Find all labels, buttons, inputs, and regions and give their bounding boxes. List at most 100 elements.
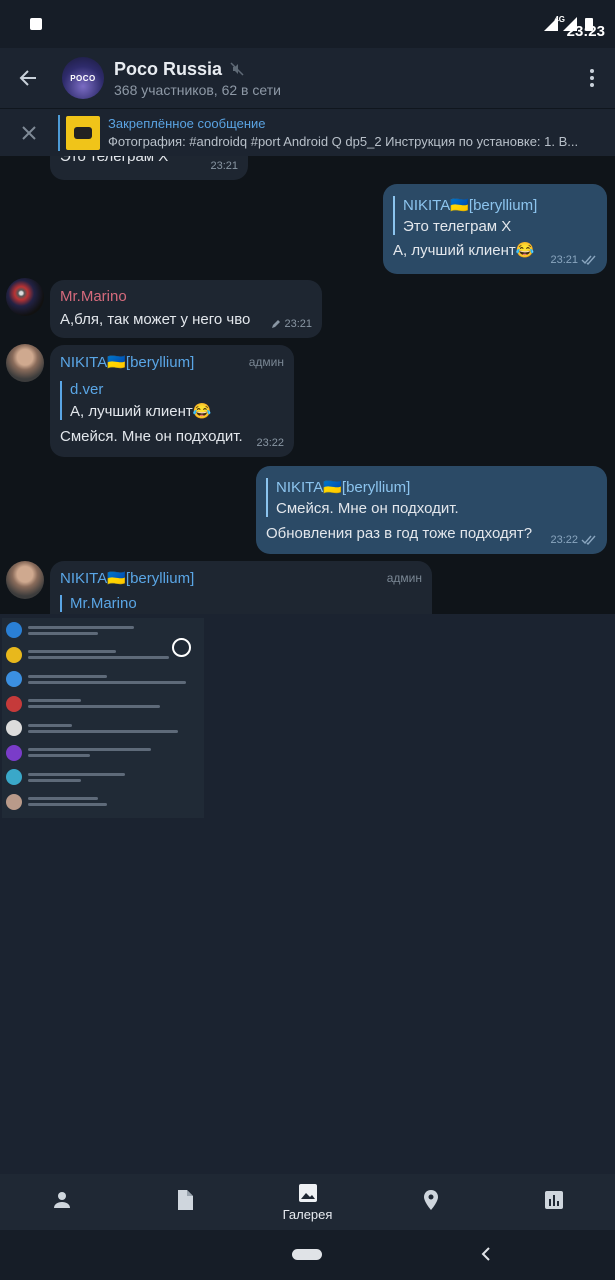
system-back-button[interactable] xyxy=(480,1246,492,1267)
message-time-wrap: 23:22 xyxy=(256,437,284,449)
tab-contact[interactable] xyxy=(0,1174,123,1230)
group-avatar-text: POCO xyxy=(70,73,96,83)
thumb-row xyxy=(2,790,204,815)
thumb-row xyxy=(2,716,204,741)
gallery-icon xyxy=(298,1183,317,1202)
thumb-lines xyxy=(28,623,204,638)
message-time-wrap: 23:21 xyxy=(271,318,312,330)
message-bubble[interactable]: NIKITA🇺🇦[beryllium] админ Mr.Marino xyxy=(50,561,432,614)
tab-location[interactable] xyxy=(369,1174,492,1230)
group-avatar[interactable]: POCO xyxy=(62,57,104,99)
back-button[interactable] xyxy=(0,48,56,108)
avatar[interactable] xyxy=(6,278,44,316)
tab-gallery[interactable]: Галерея xyxy=(246,1174,369,1230)
thumb-lines xyxy=(28,721,204,736)
message-time: 23:21 xyxy=(550,254,578,266)
reply-author: NIKITA🇺🇦[beryllium] xyxy=(276,479,411,496)
thumb-row xyxy=(2,618,204,643)
chat-info[interactable]: Poco Russia 368 участников, 62 в сети xyxy=(114,59,281,98)
thumb-dot xyxy=(6,793,22,810)
close-icon xyxy=(22,125,36,140)
thumb-row xyxy=(2,667,204,692)
thumb-dot xyxy=(6,720,22,737)
tab-label: Галерея xyxy=(282,1206,333,1222)
pinned-title: Закреплённое сообщение xyxy=(108,116,266,131)
message-bubble[interactable]: Это телеграм X 23:21 xyxy=(50,156,248,180)
thumb-dot xyxy=(6,769,22,786)
message-bubble[interactable]: NIKITA🇺🇦[beryllium] Это телеграм X А, лу… xyxy=(383,184,607,274)
pinned-message-bar[interactable]: Закреплённое сообщение Фотография: #andr… xyxy=(0,108,615,156)
pinned-thumbnail xyxy=(66,115,100,150)
image-notification-icon xyxy=(30,18,42,30)
reply-quote[interactable]: d.ver А, лучший клиент😂 xyxy=(60,381,284,420)
message-list[interactable]: Это телеграм X 23:21 NIKITA🇺🇦[beryllium]… xyxy=(0,156,615,614)
reply-text: Смейся. Мне он подходит. xyxy=(276,500,459,517)
message-bubble[interactable]: Mr.Marino А,бля, так может у него чво 23… xyxy=(50,280,322,338)
message-time: 23:21 xyxy=(284,318,312,330)
message-time: 23:21 xyxy=(210,160,238,172)
chat-subtitle: 368 участников, 62 в сети xyxy=(114,81,281,98)
read-checks-icon xyxy=(581,255,596,265)
message-time: 23:22 xyxy=(256,437,284,449)
thumb-lines xyxy=(28,745,204,760)
status-time: 23:23 xyxy=(566,23,605,40)
thumb-dot xyxy=(6,646,22,663)
more-vertical-icon xyxy=(590,69,594,87)
avatar[interactable] xyxy=(6,561,44,599)
reply-quote[interactable]: NIKITA🇺🇦[beryllium] Смейся. Мне он подхо… xyxy=(266,478,597,517)
chat-title: Poco Russia xyxy=(114,58,223,79)
message-bubble[interactable]: NIKITA🇺🇦[beryllium] Смейся. Мне он подхо… xyxy=(256,466,607,554)
thumb-row xyxy=(2,741,204,766)
arrow-left-icon xyxy=(19,70,36,86)
sender-name[interactable]: NIKITA🇺🇦[beryllium] xyxy=(60,569,422,587)
message-text: Обновления раз в год тоже подходят? xyxy=(266,525,533,542)
admin-badge: админ xyxy=(386,571,422,585)
gallery-thumbnail[interactable] xyxy=(2,618,204,818)
home-pill[interactable] xyxy=(292,1249,322,1260)
message-time-wrap: 23:21 xyxy=(210,160,238,172)
message-text: Смейся. Мне он подходит. xyxy=(60,428,243,445)
chat-header: POCO Poco Russia 368 участников, 62 в се… xyxy=(0,48,615,108)
edited-pencil-icon xyxy=(272,320,281,328)
contact-icon xyxy=(53,1192,70,1208)
tab-file[interactable] xyxy=(123,1174,246,1230)
reply-text: А, лучший клиент😂 xyxy=(70,403,212,420)
message-time: 23:22 xyxy=(550,534,578,546)
attachment-panel xyxy=(0,614,615,1174)
select-checkbox[interactable] xyxy=(172,638,191,657)
location-icon xyxy=(423,1190,438,1210)
reply-quote[interactable]: Mr.Marino xyxy=(60,595,422,612)
message-time-wrap: 23:21 xyxy=(550,254,597,266)
system-navigation-bar xyxy=(0,1230,615,1280)
thumb-lines xyxy=(28,794,204,809)
reply-text: Это телеграм X xyxy=(403,218,512,235)
thumb-lines xyxy=(28,696,204,711)
thumb-lines xyxy=(28,770,204,785)
more-menu-button[interactable] xyxy=(569,48,615,108)
chat-title-row: Poco Russia xyxy=(114,59,281,80)
chevron-left-icon xyxy=(481,1247,490,1261)
reply-author: Mr.Marino xyxy=(70,595,137,612)
thumb-dot xyxy=(6,695,22,712)
pinned-close-button[interactable] xyxy=(0,109,58,157)
pinned-text-block: Закреплённое сообщение Фотография: #andr… xyxy=(108,116,608,149)
thumb-row xyxy=(2,692,204,717)
message-time-wrap: 23:22 xyxy=(550,534,597,546)
pinned-body: Фотография: #androidq #port Android Q dp… xyxy=(108,134,579,149)
sender-name[interactable]: Mr.Marino xyxy=(60,288,312,305)
message-bubble[interactable]: NIKITA🇺🇦[beryllium] админ d.ver А, лучши… xyxy=(50,345,294,457)
thumb-dot xyxy=(6,671,22,688)
admin-badge: админ xyxy=(248,355,284,369)
status-bar: 23:23 4G xyxy=(0,0,615,48)
thumb-row xyxy=(2,765,204,790)
pinned-accent-bar xyxy=(58,114,60,151)
tab-poll[interactable] xyxy=(492,1174,615,1230)
thumb-dot xyxy=(6,744,22,761)
thumb-dot xyxy=(6,622,22,639)
thumb-lines xyxy=(28,672,204,687)
reply-author: NIKITA🇺🇦[beryllium] xyxy=(403,197,538,214)
muted-icon xyxy=(230,62,244,76)
avatar[interactable] xyxy=(6,344,44,382)
attach-tab-bar: Галерея xyxy=(0,1174,615,1230)
reply-quote[interactable]: NIKITA🇺🇦[beryllium] Это телеграм X xyxy=(393,196,597,235)
